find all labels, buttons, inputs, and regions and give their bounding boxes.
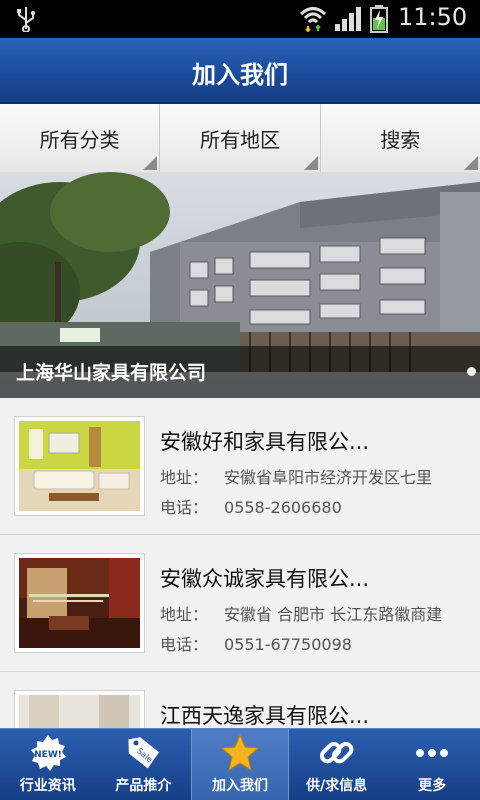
- nav-more[interactable]: 更多: [384, 729, 480, 800]
- filter-category-label: 所有分类: [39, 127, 120, 152]
- company-thumbnail: [14, 416, 145, 516]
- dropdown-corner-icon: [143, 156, 158, 170]
- company-phone: 电话： 0551-67750098: [160, 635, 352, 654]
- company-name: 安徽好和家具有限公...: [160, 430, 370, 454]
- signal-icon: [335, 7, 361, 31]
- list-item[interactable]: 江西天逸家具有限公...: [0, 672, 480, 728]
- battery-charging-icon: [370, 5, 388, 33]
- company-name: 安徽众诚家具有限公...: [160, 567, 370, 591]
- nav-label: 产品推介: [115, 778, 172, 794]
- banner-caption-bar: 上海华山家具有限公司: [0, 346, 480, 398]
- company-name: 江西天逸家具有限公...: [160, 704, 370, 728]
- chain-link-icon: [319, 741, 353, 764]
- dropdown-corner-icon: [463, 156, 478, 170]
- star-icon: [220, 733, 260, 772]
- usb-icon: [17, 7, 36, 32]
- nav-label: 行业资讯: [19, 778, 76, 794]
- wifi-icon: [299, 7, 327, 32]
- page-title: 加入我们: [192, 61, 288, 89]
- list-item[interactable]: 安徽众诚家具有限公... 地址： 安徽省 合肥市 长江东路徽商建 电话： 0551-…: [0, 535, 480, 672]
- nav-label: 加入我们: [211, 778, 268, 794]
- title-bar: 加入我们: [0, 38, 480, 104]
- featured-banner[interactable]: 上海华山家具有限公司: [0, 172, 480, 398]
- more-dots-icon: [416, 749, 449, 757]
- clock: 11:50: [398, 3, 468, 31]
- company-list[interactable]: 安徽好和家具有限公... 地址： 安徽省阜阳市经济开发区七里 电话： 0558-26…: [0, 398, 480, 728]
- list-item[interactable]: 安徽好和家具有限公... 地址： 安徽省阜阳市经济开发区七里 电话： 0558-26…: [0, 398, 480, 535]
- nav-industry-news[interactable]: NEW! 行业资讯: [0, 729, 96, 800]
- page-indicator-dot: [467, 367, 476, 376]
- nav-products[interactable]: Sale 产品推介: [96, 729, 192, 800]
- status-bar: 11:50: [0, 0, 480, 38]
- search-button[interactable]: 搜索: [320, 104, 480, 172]
- bottom-nav: NEW! 行业资讯 Sale 产品推介 加入我们 供/求信息 更多: [0, 728, 480, 800]
- filter-category-dropdown[interactable]: 所有分类: [0, 104, 161, 172]
- filter-region-dropdown[interactable]: 所有地区: [160, 104, 321, 172]
- company-phone: 电话： 0558-2606680: [160, 498, 342, 517]
- filter-bar: 所有分类 所有地区 搜索: [0, 104, 480, 172]
- nav-supply-demand[interactable]: 供/求信息: [289, 729, 385, 800]
- nav-join-us[interactable]: 加入我们: [191, 729, 289, 800]
- new-badge-icon: NEW!: [30, 735, 66, 771]
- search-label: 搜索: [380, 127, 421, 152]
- sale-tag-icon: Sale: [128, 737, 160, 769]
- company-address: 地址： 安徽省阜阳市经济开发区七里: [160, 468, 433, 487]
- company-thumbnail: [14, 690, 145, 728]
- company-address: 地址： 安徽省 合肥市 长江东路徽商建: [160, 605, 443, 624]
- filter-region-label: 所有地区: [199, 127, 280, 152]
- nav-label: 供/求信息: [306, 778, 368, 794]
- company-thumbnail: [14, 553, 145, 653]
- dropdown-corner-icon: [303, 156, 318, 170]
- nav-label: 更多: [418, 778, 447, 794]
- banner-caption: 上海华山家具有限公司: [16, 362, 207, 384]
- svg-text:NEW!: NEW!: [34, 750, 62, 760]
